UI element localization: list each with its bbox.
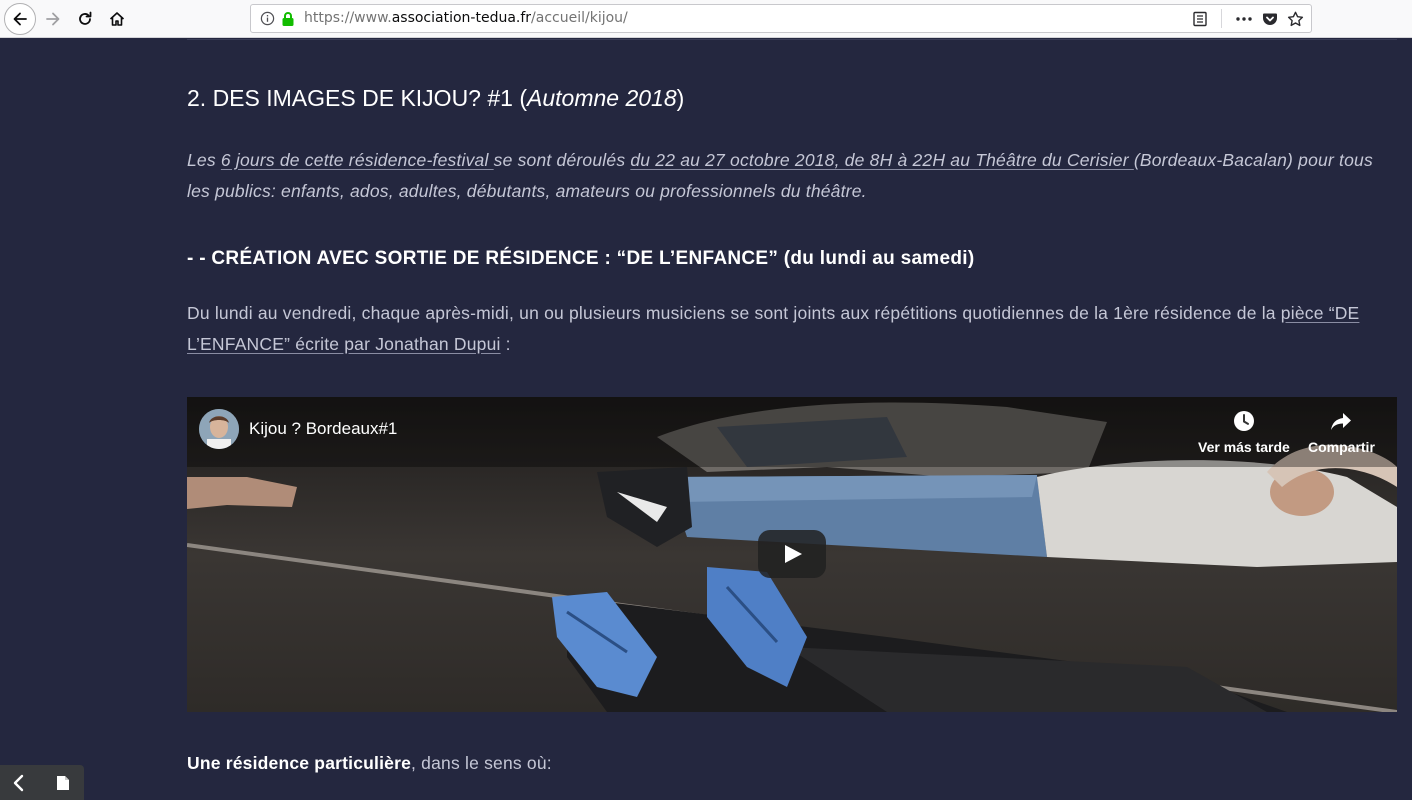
- heading-italic: Automne 2018: [527, 85, 677, 111]
- share-label: Compartir: [1308, 439, 1375, 455]
- share-button[interactable]: Compartir: [1308, 409, 1375, 455]
- para2-text: Du lundi au vendredi, chaque après-midi,…: [187, 303, 1281, 323]
- page-content: 2. DES IMAGES DE KIJOU? #1 (Automne 2018…: [0, 39, 1412, 800]
- home-button[interactable]: [102, 4, 132, 34]
- divider: [187, 39, 1397, 40]
- back-button[interactable]: [4, 3, 36, 35]
- lock-icon[interactable]: [281, 11, 295, 27]
- channel-avatar[interactable]: [199, 409, 239, 449]
- clock-icon: [1233, 411, 1254, 431]
- dock-back-button[interactable]: [2, 769, 36, 797]
- chevron-left-icon: [13, 774, 24, 792]
- page-icon: [57, 776, 69, 790]
- bottom-left-dock: [0, 765, 84, 800]
- forward-icon: [46, 12, 60, 26]
- next-paragraph-bold: Une résidence particulière: [187, 753, 412, 773]
- play-button[interactable]: [758, 530, 826, 578]
- url-bar[interactable]: https://www.association-tedua.fr/accueil…: [250, 4, 1312, 33]
- heading-close: ): [676, 85, 685, 111]
- watch-later-label: Ver más tarde: [1198, 439, 1290, 455]
- url-bar-separator: [1221, 9, 1222, 28]
- reload-button[interactable]: [70, 4, 100, 34]
- para2-end: :: [500, 334, 511, 354]
- share-arrow-icon: [1331, 413, 1352, 430]
- video-embed[interactable]: Kijou ? Bordeaux#1 Ver más tarde Compart…: [187, 397, 1397, 712]
- video-title[interactable]: Kijou ? Bordeaux#1: [249, 419, 397, 439]
- subheading: - - CRÉATION AVEC SORTIE DE RÉSIDENCE : …: [187, 248, 975, 269]
- bookmark-star-icon[interactable]: [1287, 11, 1304, 27]
- next-paragraph-rest: , dans le sens où:: [411, 753, 552, 773]
- intro-paragraph: Les 6 jours de cette résidence-festival …: [187, 145, 1397, 207]
- section-heading: 2. DES IMAGES DE KIJOU? #1 (Automne 2018…: [187, 85, 684, 112]
- description-paragraph: Du lundi au vendredi, chaque après-midi,…: [187, 298, 1397, 360]
- info-icon[interactable]: [260, 11, 275, 26]
- next-paragraph: Une résidence particulière, dans le sens…: [187, 753, 552, 774]
- intro-text-2: se sont déroulés: [493, 150, 631, 170]
- festival-link[interactable]: 6 jours de cette résidence-festival: [221, 150, 494, 170]
- heading-main: 2. DES IMAGES DE KIJOU? #1 (: [187, 85, 527, 111]
- reader-view-icon[interactable]: [1192, 11, 1208, 27]
- url-prefix: https://www.: [304, 10, 392, 26]
- forward-button[interactable]: [38, 4, 68, 34]
- more-icon[interactable]: [1235, 11, 1253, 27]
- url-host: association-tedua.fr: [391, 10, 532, 26]
- watch-later-button[interactable]: Ver más tarde: [1198, 409, 1290, 455]
- pocket-icon[interactable]: [1262, 11, 1278, 27]
- intro-text-1: Les: [187, 150, 221, 170]
- dates-link[interactable]: du 22 au 27 octobre 2018, de 8H à 22H au…: [630, 150, 1134, 170]
- back-icon: [13, 12, 27, 26]
- reload-icon: [79, 11, 92, 25]
- play-icon: [785, 545, 802, 563]
- home-icon: [109, 12, 125, 26]
- url-text[interactable]: https://www.association-tedua.fr/accueil…: [304, 10, 628, 26]
- url-path: /accueil/kijou/: [531, 10, 628, 26]
- browser-toolbar: https://www.association-tedua.fr/accueil…: [0, 0, 1412, 38]
- dock-page-button[interactable]: [46, 769, 80, 797]
